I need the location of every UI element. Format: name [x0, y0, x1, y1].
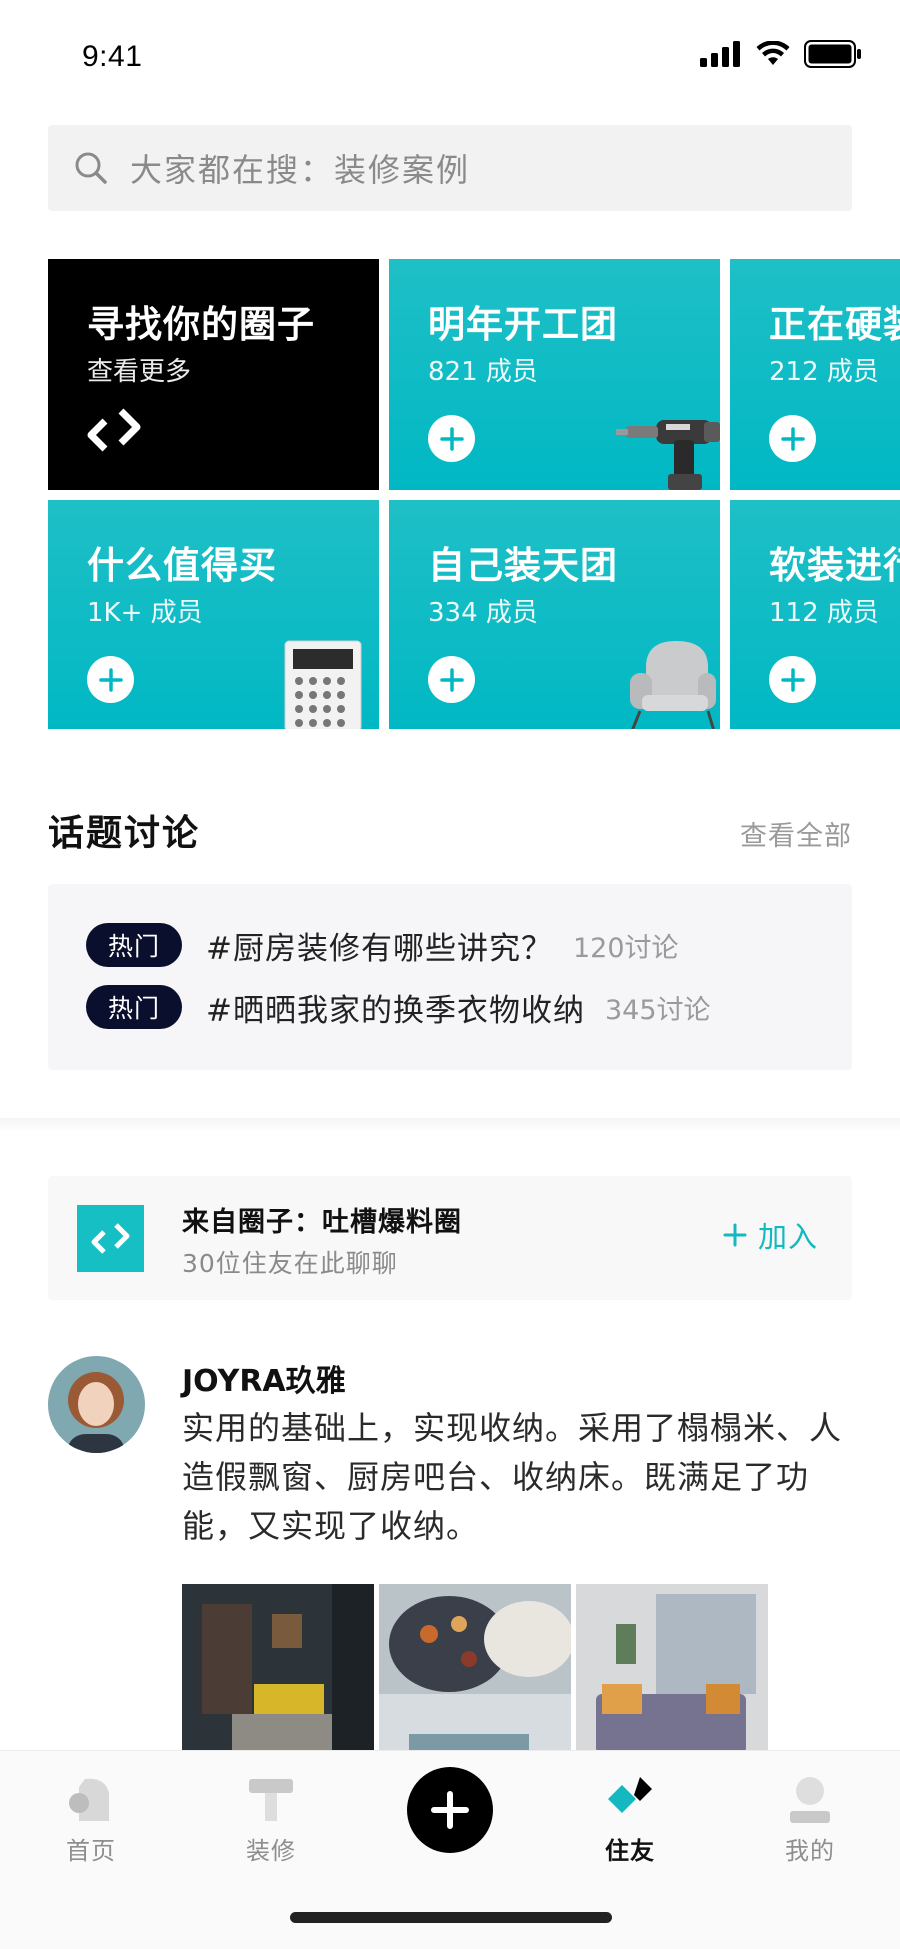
- calculator-image: [284, 640, 362, 729]
- tab-label: 首页: [66, 1837, 116, 1865]
- plus-icon: [431, 1791, 469, 1829]
- join-circle-button[interactable]: [428, 656, 475, 703]
- join-button[interactable]: 加入: [722, 1214, 818, 1256]
- tab-home[interactable]: 首页: [31, 1773, 151, 1866]
- find-circle-subtitle: 查看更多: [87, 357, 192, 387]
- plus-icon: [780, 426, 805, 451]
- status-time: 9:41: [82, 40, 143, 73]
- tab-label: 装修: [246, 1837, 296, 1865]
- create-post-button[interactable]: [407, 1767, 493, 1853]
- circle-members: 1K+ 成员: [87, 598, 203, 628]
- source-circle-title: 来自圈子：吐槽爆料圈: [182, 1207, 462, 1238]
- tab-profile[interactable]: 我的: [750, 1773, 870, 1866]
- status-icons: [700, 40, 862, 68]
- join-circle-button[interactable]: [769, 656, 816, 703]
- topics-header: 话题讨论 查看全部: [48, 800, 852, 854]
- circle-title: 正在硬装: [769, 303, 900, 346]
- source-circle-card[interactable]: 来自圈子：吐槽爆料圈 30位住友在此聊聊 加入: [48, 1176, 852, 1300]
- plus-icon: [98, 667, 123, 692]
- plus-icon: [723, 1223, 747, 1247]
- avatar[interactable]: [48, 1356, 145, 1453]
- armchair-image: [630, 641, 716, 729]
- signal-icon: [700, 41, 740, 67]
- tab-label: 住友: [605, 1837, 655, 1865]
- join-circle-button[interactable]: [87, 656, 134, 703]
- circle-card[interactable]: 什么值得买 1K+ 成员: [48, 500, 379, 729]
- circle-card[interactable]: 软装进行 112 成员: [730, 500, 900, 729]
- profile-icon: [790, 1777, 830, 1823]
- tab-label: 我的: [785, 1837, 835, 1865]
- topic-count: 120讨论: [572, 932, 679, 964]
- search-bar[interactable]: 大家都在搜：装修案例: [48, 125, 852, 211]
- drill-image: [616, 420, 720, 490]
- home-indicator: [290, 1912, 612, 1923]
- view-all-link[interactable]: 查看全部: [740, 814, 852, 853]
- circle-members: 334 成员: [428, 598, 538, 628]
- join-circle-button[interactable]: [769, 415, 816, 462]
- join-circle-button[interactable]: [428, 415, 475, 462]
- plus-icon: [780, 667, 805, 692]
- tab-friends[interactable]: 住友: [570, 1773, 690, 1866]
- join-label: 加入: [757, 1220, 818, 1254]
- battery-icon: [804, 40, 861, 68]
- circle-logo: [77, 1205, 144, 1272]
- post-image[interactable]: [379, 1584, 571, 1776]
- circle-logo-icon: [91, 1222, 129, 1254]
- hammer-icon: [249, 1779, 293, 1821]
- post-body: 实用的基础上，实现收纳。采用了榻榻米、人造假飘窗、厨房吧台、收纳床。既满足了功能…: [182, 1409, 843, 1545]
- section-divider: [0, 1118, 900, 1132]
- circle-members: 112 成员: [769, 598, 879, 628]
- plus-icon: [439, 667, 464, 692]
- post-images: [182, 1584, 768, 1776]
- circle-members: 821 成员: [428, 357, 538, 387]
- find-circle-card[interactable]: 寻找你的圈子 查看更多: [48, 259, 379, 490]
- source-circle-subtitle: 30位住友在此聊聊: [182, 1249, 398, 1278]
- plus-icon: [439, 426, 464, 451]
- topic-text: #厨房装修有哪些讲究？: [206, 930, 553, 967]
- topic-item[interactable]: 热门 #厨房装修有哪些讲究？ 120讨论: [86, 922, 679, 968]
- search-icon: [75, 152, 107, 184]
- circle-members: 212 成员: [769, 357, 879, 387]
- search-placeholder: 大家都在搜：装修案例: [130, 151, 471, 189]
- post-author[interactable]: JOYRA玖雅: [182, 1356, 346, 1400]
- home-icon: [69, 1778, 109, 1821]
- topics-list: 热门 #厨房装修有哪些讲究？ 120讨论 热门 #晒晒我家的换季衣物收纳 345…: [48, 884, 852, 1070]
- post-image[interactable]: [576, 1584, 768, 1776]
- circle-card[interactable]: 正在硬装 212 成员: [730, 259, 900, 490]
- find-circle-title: 寻找你的圈子: [87, 303, 315, 346]
- circle-title: 什么值得买: [87, 544, 277, 587]
- topic-count: 345讨论: [604, 994, 711, 1026]
- hot-badge: 热门: [86, 985, 182, 1029]
- section-title: 话题讨论: [48, 813, 201, 854]
- circle-grid: 寻找你的圈子 查看更多 明年开工团 821 成员 正在硬装 212 成员: [48, 259, 900, 729]
- avatar-image: [48, 1356, 145, 1453]
- wifi-icon: [756, 41, 790, 65]
- tab-renovation[interactable]: 装修: [211, 1773, 331, 1866]
- status-bar: 9:41: [0, 0, 900, 110]
- friends-icon: [608, 1777, 652, 1813]
- topic-item[interactable]: 热门 #晒晒我家的换季衣物收纳 345讨论: [86, 984, 711, 1030]
- circle-title: 软装进行: [769, 544, 900, 587]
- hot-badge: 热门: [86, 923, 182, 967]
- circle-title: 明年开工团: [428, 303, 618, 346]
- circle-title: 自己装天团: [428, 544, 618, 587]
- topic-text: #晒晒我家的换季衣物收纳: [206, 992, 585, 1029]
- post-image[interactable]: [182, 1584, 374, 1776]
- circle-card[interactable]: 自己装天团 334 成员: [389, 500, 720, 729]
- circle-card[interactable]: 明年开工团 821 成员: [389, 259, 720, 490]
- circle-logo-icon: [87, 408, 141, 452]
